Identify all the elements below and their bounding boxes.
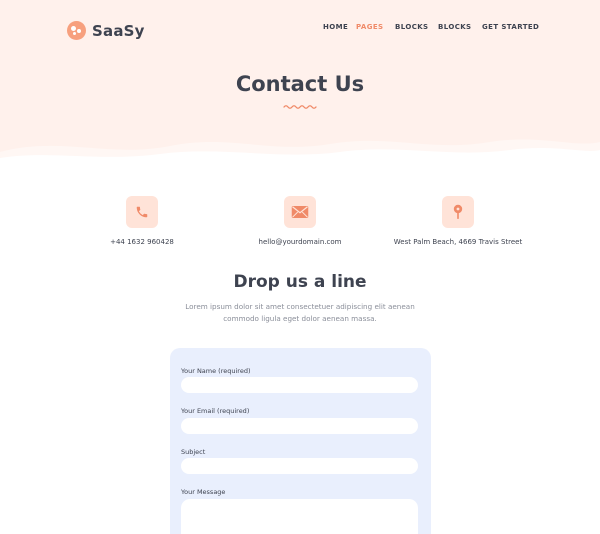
email-label: Your Email (required) — [181, 407, 250, 415]
contact-address-text: West Palm Beach, 4669 Travis Street — [393, 238, 523, 246]
section-description-line1: Lorem ipsum dolor sit amet consectetuer … — [185, 302, 415, 311]
mail-icon — [284, 196, 316, 228]
section-description-line2: commodo ligula eget dolor aenean massa. — [223, 314, 377, 323]
subject-input[interactable] — [181, 458, 418, 474]
nav-item-pages[interactable]: PAGES — [356, 23, 383, 31]
message-label: Your Message — [181, 488, 226, 496]
hero-wave-divider — [0, 139, 600, 172]
page-title: Contact Us — [235, 72, 365, 96]
name-label: Your Name (required) — [181, 367, 251, 375]
title-squiggle-decoration — [283, 105, 317, 109]
phone-icon — [126, 196, 158, 228]
nav-item-blocks-2[interactable]: BLOCKS — [438, 23, 472, 31]
contact-address: West Palm Beach, 4669 Travis Street — [358, 196, 558, 246]
subject-label: Subject — [181, 448, 206, 456]
nav-item-blocks[interactable]: BLOCKS — [395, 23, 429, 31]
name-input[interactable] — [181, 377, 418, 393]
section-title: Drop us a line — [233, 272, 367, 292]
email-input[interactable] — [181, 418, 418, 434]
contact-form: Your Name (required) Your Email (require… — [170, 348, 431, 534]
nav-item-home[interactable]: HOME — [323, 23, 348, 31]
section-description: Lorem ipsum dolor sit amet consectetuer … — [170, 301, 430, 325]
message-textarea[interactable] — [181, 499, 418, 534]
main-nav: HOME PAGES BLOCKS BLOCKS GET STARTED — [0, 23, 600, 33]
map-pin-icon — [442, 196, 474, 228]
nav-item-get-started[interactable]: GET STARTED — [482, 23, 539, 31]
